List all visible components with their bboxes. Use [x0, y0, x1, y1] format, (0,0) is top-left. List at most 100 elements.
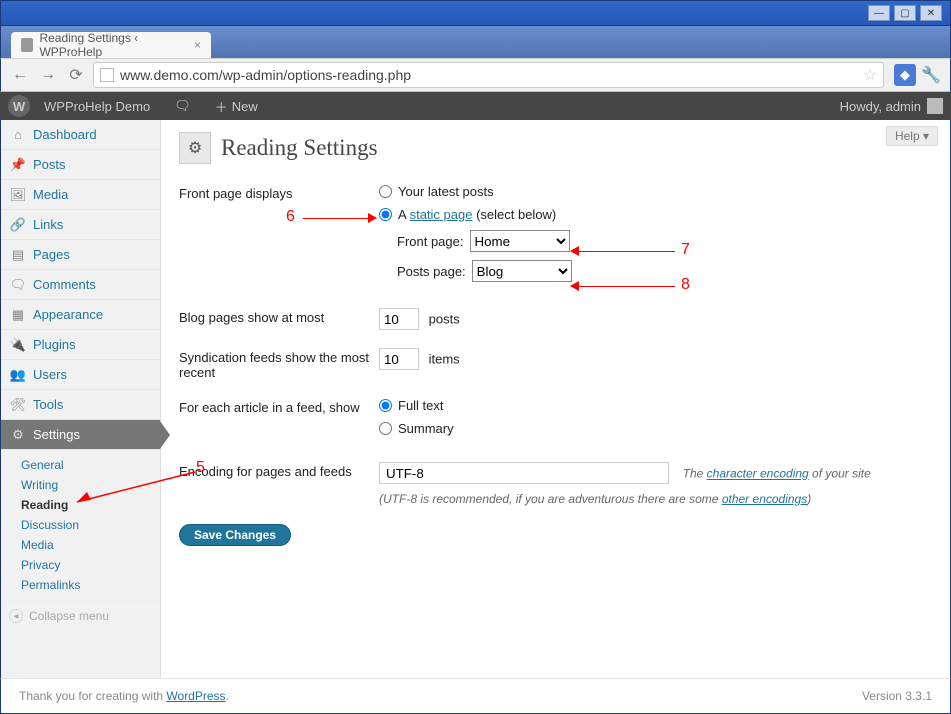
- radio-full-text[interactable]: [379, 399, 392, 412]
- footer-version: Version 3.3.1: [862, 689, 932, 703]
- radio-summary-label: Summary: [398, 421, 454, 436]
- sidebar-item-users[interactable]: 👥Users: [1, 360, 160, 390]
- wordpress-link[interactable]: WordPress: [166, 689, 225, 703]
- label-front-page-displays: Front page displays: [179, 184, 379, 290]
- adminbar-howdy[interactable]: Howdy, admin: [840, 99, 921, 114]
- sidebar-item-plugins[interactable]: 🔌Plugins: [1, 330, 160, 360]
- forward-button[interactable]: →: [37, 64, 59, 86]
- sidebar-item-dashboard[interactable]: ⌂Dashboard: [1, 120, 160, 150]
- sidebar-item-pages[interactable]: ▤Pages: [1, 240, 160, 270]
- submenu-reading[interactable]: Reading: [21, 495, 152, 515]
- radio-full-text-label: Full text: [398, 398, 444, 413]
- browser-toolbar: ← → ⟳ www.demo.com/wp-admin/options-read…: [0, 58, 951, 92]
- submenu-general[interactable]: General: [21, 455, 152, 475]
- posts-page-select[interactable]: Blog: [472, 260, 572, 282]
- blog-pages-input[interactable]: [379, 308, 419, 330]
- sidebar-item-appearance[interactable]: ▦Appearance: [1, 300, 160, 330]
- reload-button[interactable]: ⟳: [65, 64, 87, 86]
- browser-tab[interactable]: Reading Settings ‹ WPProHelp ×: [11, 32, 211, 58]
- tab-close-icon[interactable]: ×: [194, 38, 201, 52]
- appearance-icon: ▦: [9, 308, 27, 322]
- label-blog-pages-show: Blog pages show at most: [179, 308, 379, 330]
- site-icon: [100, 68, 114, 82]
- radio-summary[interactable]: [379, 422, 392, 435]
- admin-bar: W WPProHelp Demo 🗨 ＋ New Howdy, admin: [0, 92, 951, 120]
- character-encoding-link[interactable]: character encoding: [707, 467, 809, 481]
- browser-tabbar: Reading Settings ‹ WPProHelp ×: [0, 26, 951, 58]
- radio-static-page[interactable]: [379, 208, 392, 221]
- admin-footer: Thank you for creating with WordPress. V…: [0, 678, 951, 714]
- media-icon: 🖼: [9, 188, 27, 202]
- annotation-5-number: 5: [196, 459, 205, 477]
- submenu-media[interactable]: Media: [21, 535, 152, 555]
- tools-icon: 🛠: [9, 398, 27, 412]
- pin-icon: 📌: [9, 158, 27, 172]
- label-feed-show: For each article in a feed, show: [179, 398, 379, 444]
- sidebar-item-links[interactable]: 🔗Links: [1, 210, 160, 240]
- submenu-permalinks[interactable]: Permalinks: [21, 575, 152, 595]
- save-changes-button[interactable]: Save Changes: [179, 524, 291, 546]
- window-minimize-button[interactable]: —: [868, 5, 890, 21]
- syndication-input[interactable]: [379, 348, 419, 370]
- front-page-select-label: Front page:: [397, 234, 464, 249]
- sidebar-submenu-settings: General Writing Reading Discussion Media…: [1, 450, 160, 601]
- adminbar-new-button[interactable]: ＋ New: [215, 97, 258, 116]
- annotation-7-arrowhead-icon: [570, 246, 579, 256]
- page-title: Reading Settings: [221, 135, 378, 161]
- posts-suffix: posts: [429, 312, 460, 327]
- label-encoding: Encoding for pages and feeds: [179, 462, 379, 506]
- avatar[interactable]: [927, 98, 943, 114]
- help-tab[interactable]: Help ▾: [886, 126, 938, 146]
- encoding-desc2: (UTF-8 is recommended, if you are advent…: [379, 492, 932, 506]
- radio-static-page-label: A static page (select below): [398, 207, 556, 222]
- link-icon: 🔗: [9, 218, 27, 232]
- sidebar-item-settings[interactable]: ⚙Settings: [1, 420, 160, 450]
- collapse-icon: ◂: [9, 609, 23, 623]
- radio-latest-posts-label: Your latest posts: [398, 184, 494, 199]
- label-syndication-feeds: Syndication feeds show the most recent: [179, 348, 379, 380]
- adminbar-comments-icon[interactable]: 🗨: [174, 98, 191, 114]
- users-icon: 👥: [9, 368, 27, 382]
- annotation-7-number: 7: [681, 241, 690, 259]
- window-close-button[interactable]: ✕: [920, 5, 942, 21]
- static-page-link[interactable]: static page: [410, 207, 473, 222]
- annotation-6-number: 6: [286, 208, 295, 226]
- submenu-privacy[interactable]: Privacy: [21, 555, 152, 575]
- page-icon: ▤: [9, 248, 27, 262]
- submenu-discussion[interactable]: Discussion: [21, 515, 152, 535]
- radio-latest-posts[interactable]: [379, 185, 392, 198]
- tab-favicon: [21, 38, 33, 52]
- annotation-7-arrow: [579, 251, 675, 252]
- settings-icon: ⚙: [9, 428, 27, 442]
- back-button[interactable]: ←: [9, 64, 31, 86]
- sidebar-item-tools[interactable]: 🛠Tools: [1, 390, 160, 420]
- items-suffix: items: [429, 352, 460, 367]
- annotation-8-arrow: [579, 286, 675, 287]
- wrench-icon[interactable]: 🔧: [920, 64, 942, 86]
- sidebar-item-posts[interactable]: 📌Posts: [1, 150, 160, 180]
- tab-title: Reading Settings ‹ WPProHelp: [39, 31, 186, 59]
- annotation-8-number: 8: [681, 276, 690, 294]
- comment-icon: 🗨: [9, 278, 27, 292]
- footer-thanks: Thank you for creating with WordPress.: [19, 689, 229, 703]
- reading-settings-icon: ⚙: [179, 132, 211, 164]
- other-encodings-link[interactable]: other encodings: [722, 492, 807, 506]
- url-bar[interactable]: www.demo.com/wp-admin/options-reading.ph…: [93, 62, 884, 88]
- posts-page-select-label: Posts page:: [397, 264, 466, 279]
- extension-icon[interactable]: ◆: [894, 64, 916, 86]
- window-maximize-button[interactable]: ▢: [894, 5, 916, 21]
- front-page-select[interactable]: Home: [470, 230, 570, 252]
- adminbar-site-name[interactable]: WPProHelp Demo: [44, 99, 150, 114]
- submenu-writing[interactable]: Writing: [21, 475, 152, 495]
- annotation-6-arrow: [303, 218, 368, 219]
- sidebar-item-comments[interactable]: 🗨Comments: [1, 270, 160, 300]
- sidebar-item-media[interactable]: 🖼Media: [1, 180, 160, 210]
- annotation-8-arrowhead-icon: [570, 281, 579, 291]
- annotation-6-arrowhead-icon: [368, 213, 377, 223]
- encoding-input[interactable]: [379, 462, 669, 484]
- wordpress-logo-icon[interactable]: W: [8, 95, 30, 117]
- home-icon: ⌂: [9, 128, 27, 142]
- bookmark-star-icon[interactable]: ☆: [863, 65, 877, 85]
- collapse-menu[interactable]: ◂Collapse menu: [1, 601, 160, 631]
- plugin-icon: 🔌: [9, 338, 27, 352]
